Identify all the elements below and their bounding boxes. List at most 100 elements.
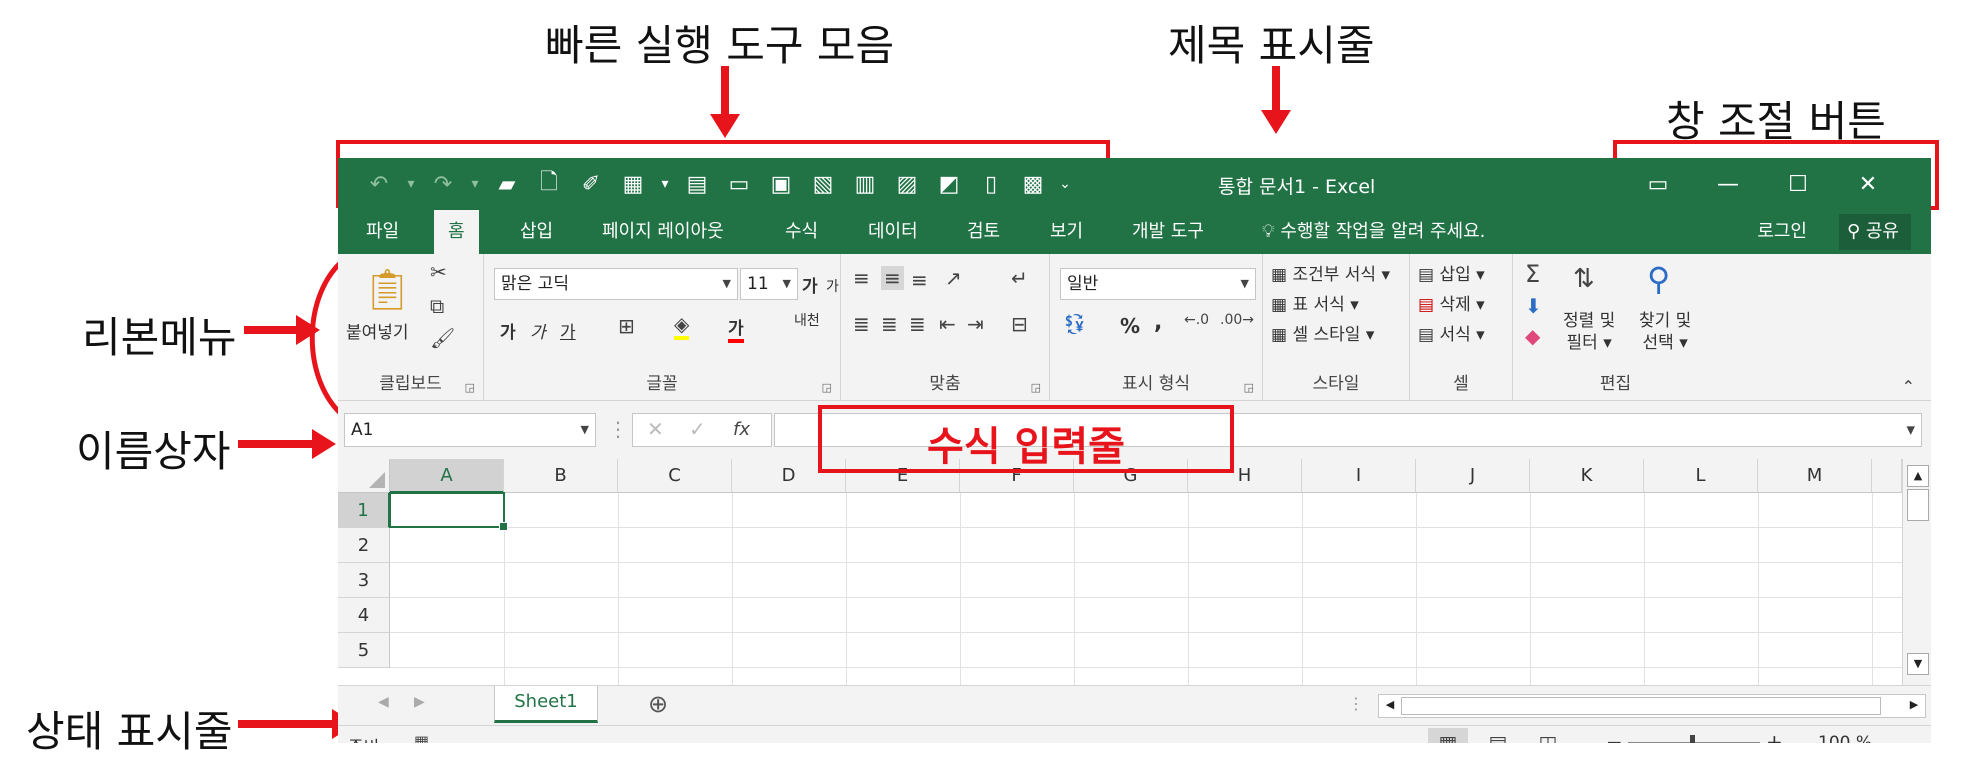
page-break-view-icon[interactable]: ◫: [1528, 728, 1568, 743]
cell-styles-button[interactable]: ▦ 셀 스타일 ▾: [1271, 320, 1374, 345]
zoom-in-button[interactable]: +: [1766, 730, 1783, 743]
tab-formulas[interactable]: 수식: [771, 210, 832, 254]
fill-color-icon[interactable]: ◈: [674, 312, 690, 340]
share-button[interactable]: ⚲ 공유: [1838, 214, 1911, 250]
open-folder-icon[interactable]: ▰: [486, 168, 528, 200]
cell-format-dropdown-icon[interactable]: ▾: [654, 168, 676, 200]
column-header[interactable]: K: [1530, 459, 1644, 493]
select-all-corner[interactable]: [338, 459, 390, 493]
comma-button[interactable]: ,: [1154, 310, 1162, 335]
align-left-icon[interactable]: ≣: [853, 312, 870, 336]
vertical-scrollbar[interactable]: ▲ ▼: [1902, 459, 1931, 685]
customize-qat-icon[interactable]: ⌄: [1054, 168, 1076, 200]
font-launcher-icon[interactable]: ◲: [822, 381, 832, 394]
column-header[interactable]: B: [504, 459, 618, 493]
autosum-icon[interactable]: Σ: [1525, 260, 1540, 288]
zoom-slider[interactable]: [1628, 735, 1760, 743]
format-cells-button[interactable]: ▤ 서식 ▾: [1418, 320, 1485, 345]
decrease-indent-icon[interactable]: ⇤: [939, 312, 956, 336]
paste-icon[interactable]: 📋︎: [362, 266, 413, 313]
horizontal-scrollbar[interactable]: ◀ ▶: [1378, 694, 1926, 718]
grid-icon[interactable]: ▩: [1012, 168, 1054, 200]
insert-function-icon[interactable]: fx: [733, 419, 750, 440]
sort-filter-icon[interactable]: ⇅: [1573, 264, 1595, 294]
copy-icon[interactable]: ⧉: [430, 294, 444, 318]
tab-developer[interactable]: 개발 도구: [1118, 210, 1218, 254]
page-layout-view-icon[interactable]: ▤: [1478, 728, 1518, 743]
phonetic-button[interactable]: 내천: [794, 310, 820, 330]
tab-splitter-icon[interactable]: ⋮: [1348, 694, 1364, 713]
active-cell-a1[interactable]: [389, 492, 508, 531]
scroll-down-icon[interactable]: ▼: [1907, 653, 1929, 675]
row-header[interactable]: 3: [338, 563, 390, 598]
maximize-button[interactable]: ☐: [1763, 164, 1833, 204]
close-button[interactable]: ✕: [1833, 164, 1903, 204]
redo-icon[interactable]: ↷: [422, 168, 464, 200]
underline-button[interactable]: 가: [560, 318, 576, 343]
column-header[interactable]: A: [390, 459, 504, 493]
add-sheet-icon[interactable]: ⊕: [648, 690, 668, 718]
column-header[interactable]: C: [618, 459, 732, 493]
format-painter-icon[interactable]: ✐: [570, 168, 612, 200]
expand-formula-bar-icon[interactable]: ▼: [1907, 424, 1915, 437]
font-color-button[interactable]: 가: [728, 314, 744, 343]
zoom-level[interactable]: 100 %: [1818, 733, 1872, 743]
format-painter-brush-icon[interactable]: 🖌︎: [430, 326, 455, 350]
row-header[interactable]: 5: [338, 633, 390, 668]
clear-icon[interactable]: ◆: [1525, 324, 1540, 348]
scroll-up-icon[interactable]: ▲: [1907, 465, 1929, 487]
table-icon[interactable]: ▤: [676, 168, 718, 200]
clipboard-icon[interactable]: ▯: [970, 168, 1012, 200]
cell-format-icon[interactable]: ▦: [612, 168, 654, 200]
column-header[interactable]: M: [1758, 459, 1872, 493]
column-header[interactable]: I: [1302, 459, 1416, 493]
paste-label[interactable]: 붙여넣기: [346, 318, 409, 343]
wrap-text-icon[interactable]: ↵: [1011, 266, 1028, 290]
number-launcher-icon[interactable]: ◲: [1244, 381, 1254, 394]
row-header[interactable]: 2: [338, 528, 390, 563]
orientation-icon[interactable]: ↗: [945, 266, 962, 290]
clipboard-launcher-icon[interactable]: ◲: [465, 381, 475, 394]
sheet-prev-icon[interactable]: ◀: [378, 694, 389, 710]
login-link[interactable]: 로그인: [1757, 210, 1807, 254]
check-icon[interactable]: ▧: [802, 168, 844, 200]
macro-record-icon[interactable]: ▦: [414, 732, 429, 743]
tell-me-search[interactable]: 💡︎ 수행할 작업을 알려 주세요.: [1248, 210, 1499, 254]
tab-file[interactable]: 파일: [352, 210, 413, 254]
new-document-icon[interactable]: 🗋: [528, 168, 570, 200]
increase-font-button[interactable]: 가: [802, 272, 818, 297]
number-format-select[interactable]: 일반 ▼: [1060, 268, 1256, 300]
tab-insert[interactable]: 삽입: [506, 210, 567, 254]
fill-icon[interactable]: ⬇: [1525, 294, 1542, 318]
tab-view[interactable]: 보기: [1036, 210, 1097, 254]
cut-icon[interactable]: ✂: [430, 260, 447, 284]
sort-filter-label[interactable]: 정렬 및 필터 ▾: [1563, 310, 1615, 354]
zoom-out-button[interactable]: −: [1606, 730, 1623, 743]
increase-decimal-icon[interactable]: ←.0: [1184, 312, 1209, 328]
borders-icon[interactable]: ⊞: [618, 314, 635, 338]
percent-button[interactable]: %: [1120, 314, 1140, 338]
fill-handle[interactable]: [499, 522, 508, 531]
print-preview-icon[interactable]: ▨: [886, 168, 928, 200]
italic-button[interactable]: 가: [530, 318, 546, 343]
tab-home[interactable]: 홈: [434, 210, 479, 254]
column-header[interactable]: J: [1416, 459, 1530, 493]
row-header[interactable]: 1: [338, 493, 390, 528]
save-icon[interactable]: ▣: [760, 168, 802, 200]
merge-center-icon[interactable]: ⊟: [1011, 312, 1028, 336]
sheet-next-icon[interactable]: ▶: [414, 694, 425, 710]
name-box[interactable]: A1 ▼: [344, 413, 596, 447]
format-as-table-button[interactable]: ▦ 표 서식 ▾: [1271, 290, 1359, 315]
align-right-icon[interactable]: ≣: [909, 312, 926, 336]
delete-cells-button[interactable]: ▤ 삭제 ▾: [1418, 290, 1485, 315]
pivot-icon[interactable]: ▥: [844, 168, 886, 200]
minimize-button[interactable]: —: [1693, 164, 1763, 204]
horizontal-scroll-thumb[interactable]: [1401, 697, 1881, 715]
worksheet-grid[interactable]: A B C D E F G H I J K L M 1 2 3 4 5 ▲ ▼: [338, 459, 1931, 685]
cancel-icon[interactable]: ✕: [647, 417, 664, 441]
zoom-slider-thumb[interactable]: [1690, 735, 1695, 743]
scroll-left-icon[interactable]: ◀: [1381, 695, 1399, 715]
tab-page-layout[interactable]: 페이지 레이아웃: [588, 210, 738, 254]
column-header[interactable]: L: [1644, 459, 1758, 493]
row-header[interactable]: 4: [338, 598, 390, 633]
